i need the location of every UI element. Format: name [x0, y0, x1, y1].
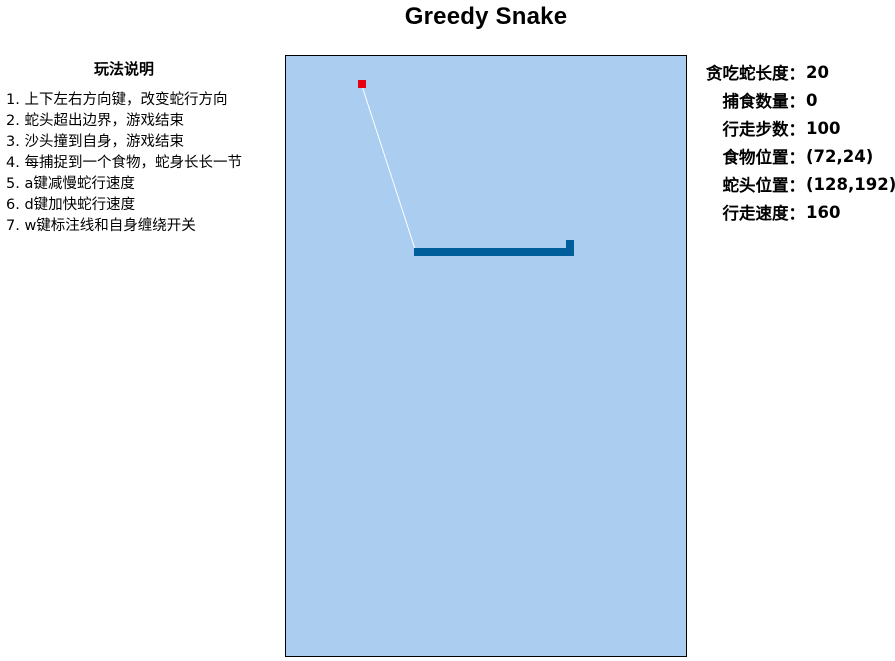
- stat-value: (72,24): [806, 146, 874, 166]
- stat-value: 160: [806, 202, 841, 222]
- instruction-item: 6. d键加快蛇行速度: [6, 197, 136, 213]
- instructions-list: 1. 上下左右方向键，改变蛇行方向 2. 蛇头超出边界，游戏结束 3. 沙头撞到…: [6, 90, 276, 237]
- instruction-item: 7. w键标注线和自身缠绕开关: [6, 218, 196, 234]
- instruction-item: 3. 沙头撞到自身，游戏结束: [6, 134, 184, 150]
- snake-tail-segment: [566, 240, 574, 248]
- stat-label: 捕食数量：: [722, 92, 806, 111]
- instruction-item: 2. 蛇头超出边界，游戏结束: [6, 113, 184, 129]
- stat-steps: 行走步数： 100: [693, 114, 895, 142]
- game-page: Greedy Snake 玩法说明 1. 上下左右方向键，改变蛇行方向 2. 蛇…: [0, 0, 895, 661]
- stats-panel: 贪吃蛇长度： 20 捕食数量： 0 行走步数： 100 食物位置： (72,24…: [693, 58, 895, 226]
- stat-value: 20: [806, 62, 829, 82]
- stat-label: 食物位置：: [722, 148, 806, 167]
- game-board[interactable]: [285, 55, 687, 657]
- instruction-item: 1. 上下左右方向键，改变蛇行方向: [6, 92, 228, 108]
- instruction-item: 5. a键减慢蛇行速度: [6, 176, 135, 192]
- stat-value: 100: [806, 118, 841, 138]
- stat-speed: 行走速度： 160: [693, 198, 895, 226]
- game-canvas: [358, 80, 574, 256]
- stat-label: 蛇头位置：: [722, 176, 806, 195]
- stat-food-eaten: 捕食数量： 0: [693, 86, 895, 114]
- stat-head-position: 蛇头位置： (128,192): [693, 170, 895, 198]
- snake-body: [414, 248, 574, 256]
- stat-value: (128,192): [806, 174, 895, 194]
- stat-value: 0: [806, 90, 818, 110]
- stat-food-position: 食物位置： (72,24): [693, 142, 895, 170]
- stat-snake-length: 贪吃蛇长度： 20: [693, 58, 895, 86]
- food: [358, 80, 366, 88]
- guide-line: [361, 85, 416, 250]
- stat-label: 行走速度：: [722, 204, 806, 223]
- instructions-panel: 玩法说明 1. 上下左右方向键，改变蛇行方向 2. 蛇头超出边界，游戏结束 3.…: [6, 58, 276, 237]
- stat-label: 贪吃蛇长度：: [706, 64, 805, 83]
- instruction-item: 4. 每捕捉到一个食物，蛇身长长一节: [6, 155, 242, 171]
- instructions-title: 玩法说明: [93, 60, 154, 78]
- stat-label: 行走步数：: [722, 120, 806, 139]
- page-title: Greedy Snake: [404, 3, 568, 30]
